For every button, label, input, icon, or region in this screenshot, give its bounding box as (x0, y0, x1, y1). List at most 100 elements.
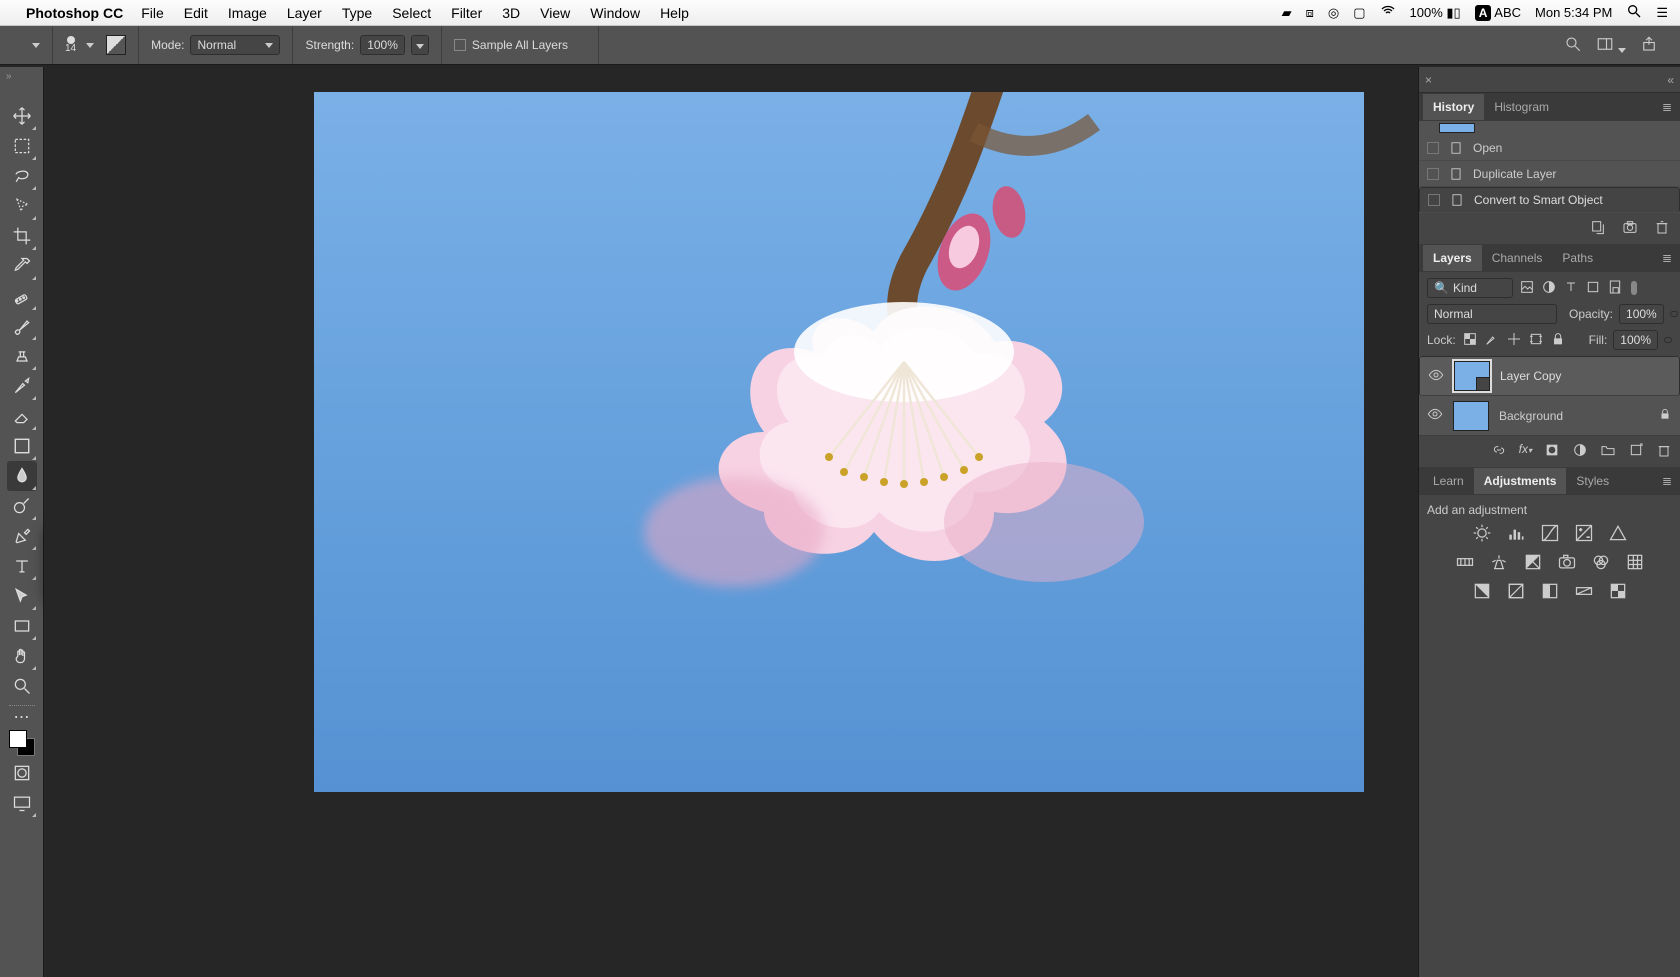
layer-mask-icon[interactable] (1544, 442, 1560, 461)
hue-saturation-icon[interactable] (1455, 552, 1475, 575)
layer-item[interactable]: Background (1419, 396, 1680, 436)
tab-adjustments[interactable]: Adjustments (1474, 468, 1567, 494)
levels-icon[interactable] (1506, 523, 1526, 546)
tab-history[interactable]: History (1423, 94, 1484, 120)
zoom-tool[interactable] (7, 671, 37, 701)
delete-layer-icon[interactable] (1656, 442, 1672, 461)
history-item[interactable]: Duplicate Layer (1419, 161, 1680, 187)
black-white-icon[interactable] (1523, 552, 1543, 575)
move-tool[interactable] (7, 101, 37, 131)
layer-thumbnail[interactable] (1454, 361, 1490, 391)
menu-select[interactable]: Select (392, 5, 431, 21)
layer-style-icon[interactable]: fx▾ (1519, 442, 1532, 461)
visibility-icon[interactable] (1427, 406, 1443, 425)
toolbar-collapse-icon[interactable]: » (6, 71, 12, 82)
selective-color-icon[interactable] (1608, 581, 1628, 604)
edit-toolbar-icon[interactable]: ⋯ (7, 710, 37, 724)
lock-transparency-icon[interactable] (1462, 331, 1478, 350)
sample-all-layers-checkbox[interactable] (454, 39, 466, 51)
new-adjustment-layer-icon[interactable] (1572, 442, 1588, 461)
airplay-icon[interactable]: ▢ (1353, 5, 1365, 21)
lock-all-icon[interactable] (1550, 331, 1566, 350)
dodge-tool[interactable] (7, 491, 37, 521)
history-panel-menu-icon[interactable]: ≣ (1654, 100, 1680, 114)
search-icon[interactable] (1564, 35, 1582, 56)
posterize-icon[interactable] (1506, 581, 1526, 604)
quick-select-tool[interactable] (7, 191, 37, 221)
menu-image[interactable]: Image (228, 5, 267, 21)
history-item[interactable]: Open (1419, 135, 1680, 161)
new-document-from-state-icon[interactable] (1590, 219, 1606, 238)
brightness-contrast-icon[interactable] (1472, 523, 1492, 546)
filter-pixel-icon[interactable] (1519, 279, 1535, 298)
lasso-tool[interactable] (7, 161, 37, 191)
pen-tool[interactable] (7, 521, 37, 551)
tab-paths[interactable]: Paths (1552, 245, 1603, 271)
fill-value[interactable]: 100% (1613, 330, 1658, 350)
canvas-area[interactable] (44, 67, 1418, 977)
panel-close-icon[interactable]: × (1425, 73, 1432, 87)
new-snapshot-icon[interactable] (1622, 219, 1638, 238)
tab-styles[interactable]: Styles (1566, 468, 1619, 494)
tab-histogram[interactable]: Histogram (1484, 94, 1559, 120)
spotlight-icon[interactable] (1626, 3, 1642, 22)
healing-brush-tool[interactable] (7, 281, 37, 311)
layers-panel-menu-icon[interactable]: ≣ (1654, 251, 1680, 265)
menu-file[interactable]: File (141, 5, 164, 21)
dropbox-icon[interactable]: ⧈ (1306, 5, 1314, 21)
strength-value[interactable]: 100% (360, 35, 405, 55)
history-item[interactable]: Convert to Smart Object (1419, 187, 1680, 213)
path-select-tool[interactable] (7, 581, 37, 611)
type-tool[interactable] (7, 551, 37, 581)
menu-edit[interactable]: Edit (184, 5, 208, 21)
adjustments-panel-menu-icon[interactable]: ≣ (1654, 474, 1680, 488)
input-source[interactable]: A ABC (1475, 5, 1521, 20)
mode-select[interactable]: Normal (190, 35, 280, 55)
fill-dropdown[interactable] (1664, 337, 1672, 343)
layer-item[interactable]: Layer Copy (1419, 356, 1680, 396)
history-snapshot[interactable] (1419, 121, 1680, 135)
layer-name[interactable]: Layer Copy (1500, 369, 1561, 383)
document-canvas[interactable] (314, 92, 1364, 792)
tab-layers[interactable]: Layers (1423, 245, 1482, 271)
brush-tool[interactable] (7, 311, 37, 341)
tab-channels[interactable]: Channels (1482, 245, 1553, 271)
lock-image-icon[interactable] (1484, 331, 1500, 350)
workspace-switcher-icon[interactable] (1596, 35, 1626, 56)
strength-dropdown[interactable] (411, 35, 429, 55)
wifi-icon[interactable] (1380, 3, 1396, 22)
invert-icon[interactable] (1472, 581, 1492, 604)
layer-name[interactable]: Background (1499, 409, 1563, 423)
menu-help[interactable]: Help (660, 5, 689, 21)
visibility-icon[interactable] (1428, 367, 1444, 386)
menu-view[interactable]: View (540, 5, 570, 21)
new-layer-icon[interactable] (1628, 442, 1644, 461)
brush-panel-icon[interactable] (106, 35, 126, 55)
history-brush-tool[interactable] (7, 371, 37, 401)
quick-mask-icon[interactable] (7, 758, 37, 788)
share-icon[interactable] (1640, 35, 1658, 56)
threshold-icon[interactable] (1540, 581, 1560, 604)
opacity-value[interactable]: 100% (1619, 304, 1664, 324)
layer-filter-select[interactable]: 🔍Kind (1427, 278, 1513, 298)
crop-tool[interactable] (7, 221, 37, 251)
photo-filter-icon[interactable] (1557, 552, 1577, 575)
exposure-icon[interactable] (1574, 523, 1594, 546)
filter-adjustment-icon[interactable] (1541, 279, 1557, 298)
clone-stamp-tool[interactable] (7, 341, 37, 371)
panel-collapse-icon[interactable]: « (1667, 73, 1674, 87)
blend-mode-select[interactable]: Normal (1427, 304, 1557, 324)
tab-learn[interactable]: Learn (1423, 468, 1474, 494)
clock[interactable]: Mon 5:34 PM (1535, 5, 1612, 20)
filter-smart-icon[interactable] (1607, 279, 1623, 298)
menu-3d[interactable]: 3D (502, 5, 520, 21)
new-group-icon[interactable] (1600, 442, 1616, 461)
opacity-dropdown[interactable] (1670, 311, 1678, 317)
filter-toggle-icon[interactable] (1631, 281, 1637, 295)
vibrance-icon[interactable] (1608, 523, 1628, 546)
menu-layer[interactable]: Layer (287, 5, 322, 21)
rectangle-tool[interactable] (7, 611, 37, 641)
menu-window[interactable]: Window (590, 5, 640, 21)
curves-icon[interactable] (1540, 523, 1560, 546)
color-balance-icon[interactable] (1489, 552, 1509, 575)
